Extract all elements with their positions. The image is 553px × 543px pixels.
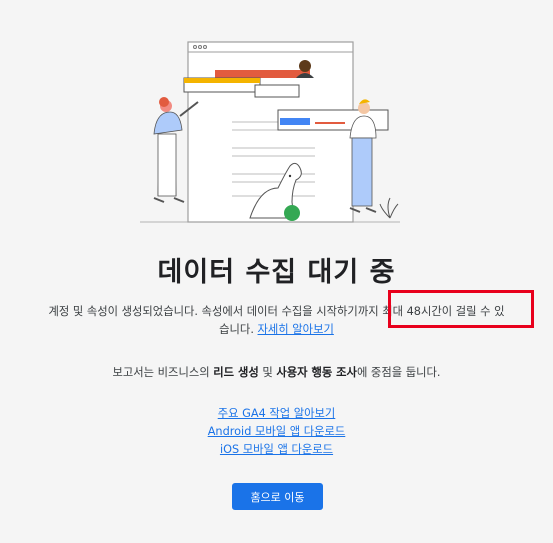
go-home-button[interactable]: 홈으로 이동 xyxy=(232,483,323,510)
focus-behavior: 사용자 행동 조사 xyxy=(276,366,357,379)
ios-app-link[interactable]: iOS 모바일 앱 다운로드 xyxy=(0,441,553,459)
description-text: 계정 및 속성이 생성되었습니다. 속성에서 데이터 수집을 시작하기까지 최대… xyxy=(14,303,539,339)
android-app-link[interactable]: Android 모바일 앱 다운로드 xyxy=(0,423,553,441)
description-line2: 습니다. xyxy=(219,323,258,336)
description-line1: 계정 및 속성이 생성되었습니다. 속성에서 데이터 수집을 시작하기까지 최대… xyxy=(48,305,505,318)
page-title: 데이터 수집 대기 중 xyxy=(157,257,396,288)
waiting-illustration xyxy=(140,38,400,228)
focus-prefix: 보고서는 비즈니스의 xyxy=(112,366,214,379)
focus-suffix: 에 중점을 둡니다. xyxy=(356,366,441,379)
focus-middle: 및 xyxy=(258,366,277,379)
focus-text: 보고서는 비즈니스의 리드 생성 및 사용자 행동 조사에 중점을 둡니다. xyxy=(0,364,553,380)
resource-links: 주요 GA4 작업 알아보기 Android 모바일 앱 다운로드 iOS 모바… xyxy=(0,405,553,459)
learn-more-link[interactable]: 자세히 알아보기 xyxy=(258,323,334,336)
ga4-tasks-link[interactable]: 주요 GA4 작업 알아보기 xyxy=(0,405,553,423)
focus-lead: 리드 생성 xyxy=(213,366,259,379)
